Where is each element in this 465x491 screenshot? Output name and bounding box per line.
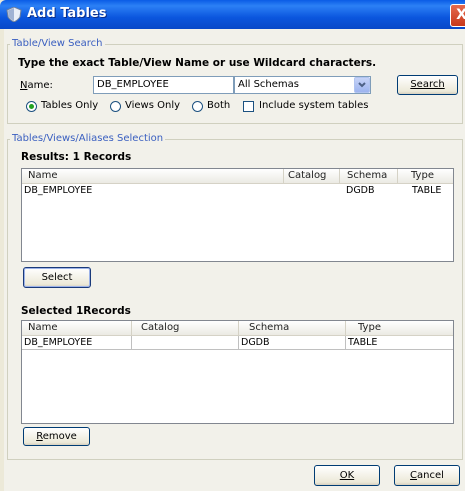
results-col-catalog[interactable]: Catalog <box>284 169 340 183</box>
results-cell-schema: DGDB <box>346 185 375 196</box>
results-col-schema[interactable]: Schema <box>340 169 398 183</box>
results-table-header: Name Catalog Schema Type <box>22 169 453 184</box>
title-bar[interactable]: Add Tables X <box>0 0 465 29</box>
selected-table[interactable]: Name Catalog Schema Type DB_EMPLOYEE DGD… <box>21 320 454 424</box>
add-tables-dialog: Add Tables X Table/View Search Type the … <box>0 0 465 491</box>
results-cell-catalog <box>284 184 340 198</box>
remove-button[interactable]: Remove <box>23 427 90 446</box>
selected-col-catalog[interactable]: Catalog <box>132 321 239 335</box>
selected-col-type[interactable]: Type <box>346 321 453 335</box>
chevron-glyph <box>358 82 366 88</box>
close-icon[interactable]: X <box>450 4 465 27</box>
selected-table-header: Name Catalog Schema Type <box>22 321 453 336</box>
results-heading: Results: 1 Records <box>21 151 132 163</box>
both-radio[interactable] <box>192 101 203 112</box>
selected-cell-catalog <box>132 336 239 350</box>
select-button[interactable]: Select <box>23 267 91 288</box>
selected-heading: Selected 1Records <box>21 305 131 317</box>
dialog-client: Table/View Search Type the exact Table/V… <box>4 29 465 491</box>
selected-col-name[interactable]: Name <box>22 321 132 335</box>
search-button-label: Search <box>410 79 445 90</box>
selected-col-schema[interactable]: Schema <box>239 321 346 335</box>
results-col-name[interactable]: Name <box>22 169 284 183</box>
both-label[interactable]: Both <box>207 100 230 111</box>
include-system-label[interactable]: Include system tables <box>259 100 368 111</box>
selection-group-title: Tables/Views/Aliases Selection <box>10 133 166 144</box>
selected-cell-type: TABLE <box>346 336 453 350</box>
include-system-checkbox[interactable] <box>243 101 254 112</box>
search-instruction: Type the exact Table/View Name or use Wi… <box>18 57 377 69</box>
ok-button-label: OK <box>339 470 355 481</box>
views-only-radio[interactable] <box>110 101 121 112</box>
select-button-label: Select <box>41 272 73 283</box>
search-group-title: Table/View Search <box>10 38 105 49</box>
views-only-label[interactable]: Views Only <box>125 100 180 111</box>
selected-cell-schema: DGDB <box>239 336 346 350</box>
results-cell-type: TABLE <box>412 185 442 196</box>
results-cell-name: DB_EMPLOYEE <box>24 185 93 196</box>
remove-button-label: Remove <box>36 431 77 442</box>
search-button[interactable]: Search <box>397 75 458 95</box>
table-row[interactable]: DB_EMPLOYEE DGDB TABLE <box>22 184 453 198</box>
window-title: Add Tables <box>27 6 107 21</box>
tables-only-radio[interactable] <box>26 101 37 112</box>
cancel-button-label: Cancel <box>410 470 444 481</box>
ok-button[interactable]: OK <box>314 465 380 486</box>
results-table[interactable]: Name Catalog Schema Type DB_EMPLOYEE DGD… <box>21 168 454 262</box>
name-label: Name: <box>20 80 53 91</box>
shield-icon <box>6 7 22 22</box>
results-col-type[interactable]: Type <box>398 169 453 183</box>
cancel-button[interactable]: Cancel <box>394 465 460 486</box>
name-input[interactable]: DB_EMPLOYEE <box>93 76 234 94</box>
selected-cell-name: DB_EMPLOYEE <box>22 336 132 350</box>
schema-select[interactable]: All Schemas <box>234 76 371 94</box>
schema-select-value: All Schemas <box>238 79 299 90</box>
tables-only-label[interactable]: Tables Only <box>41 100 98 111</box>
chevron-down-icon[interactable] <box>354 77 370 93</box>
table-row[interactable]: DB_EMPLOYEE DGDB TABLE <box>22 336 453 350</box>
